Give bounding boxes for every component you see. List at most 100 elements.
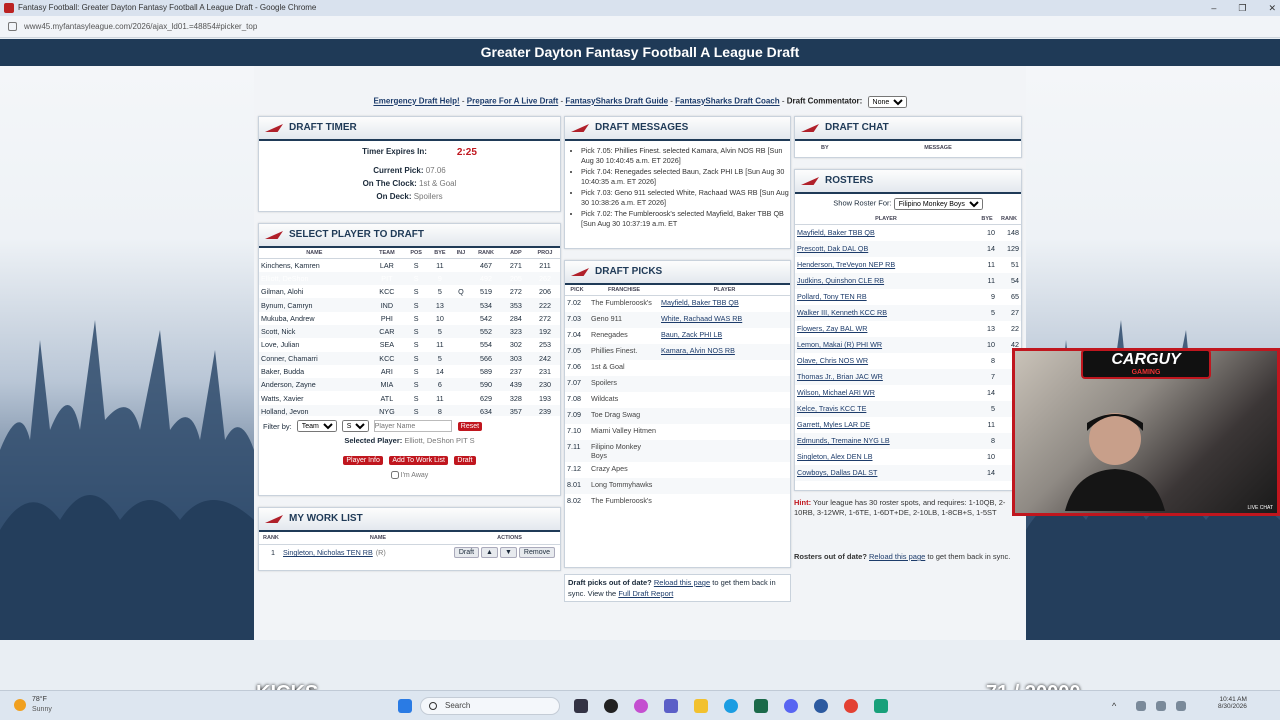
player-row[interactable]: Baker, Budda ARI S 14 589 237 231 bbox=[259, 365, 560, 378]
roster-player[interactable]: Thomas Jr., Brian JAC WR bbox=[797, 372, 883, 381]
work-draft-button[interactable]: Draft bbox=[453, 547, 480, 558]
player-col-pos[interactable]: POS bbox=[404, 248, 429, 259]
player-row[interactable]: Anderson, Zayne MIA S 6 590 439 230 bbox=[259, 378, 560, 392]
player-row[interactable]: Bynum, Camryn IND S 13 534 353 222 bbox=[259, 298, 560, 312]
roster-player[interactable]: Kelce, Travis KCC TE bbox=[797, 404, 866, 413]
add-to-work-list-button[interactable]: Add To Work List bbox=[389, 456, 448, 465]
weather-icon[interactable] bbox=[14, 699, 26, 711]
roster-player[interactable]: Judkins, Quinshon CLE RB bbox=[797, 276, 884, 285]
player-row[interactable]: Elliott, DeShon PIT S 9 492 205 262 bbox=[259, 271, 560, 286]
roster-team-select[interactable]: Filipino Monkey Boys bbox=[893, 198, 983, 210]
remove-button[interactable]: Remove bbox=[518, 547, 555, 558]
roster-player[interactable]: Edmunds, Tremaine NYG LB bbox=[797, 436, 890, 445]
player-row[interactable]: Holland, Jevon NYG S 8 634 357 239 bbox=[259, 404, 560, 416]
move-down-button[interactable]: ▼ bbox=[499, 547, 517, 558]
commentator-select[interactable]: None bbox=[867, 96, 907, 108]
player-row[interactable]: Mukuba, Andrew PHI S 10 542 284 272 bbox=[259, 312, 560, 325]
weather-temp[interactable]: 78°F bbox=[32, 696, 47, 703]
roster-player[interactable]: Pollard, Tony TEN RB bbox=[797, 292, 867, 301]
message-list[interactable]: Pick 7.05: Phillies Finest. selected Kam… bbox=[565, 141, 790, 241]
position-filter-select[interactable]: S bbox=[341, 420, 369, 432]
reload-picks-link[interactable]: Reload this page bbox=[654, 578, 710, 587]
draft-button[interactable]: Draft bbox=[454, 456, 476, 465]
roster-player[interactable]: Singleton, Alex DEN LB bbox=[797, 452, 873, 461]
player-col-rank[interactable]: RANK bbox=[470, 248, 502, 259]
volume-icon[interactable] bbox=[1156, 701, 1166, 711]
sharks-coach-link[interactable]: FantasySharks Draft Coach bbox=[675, 97, 779, 106]
player-col-adp[interactable]: ADP bbox=[501, 248, 530, 259]
prepare-link[interactable]: Prepare For A Live Draft bbox=[467, 97, 558, 106]
roster-player[interactable]: Wilson, Michael ARI WR bbox=[797, 388, 875, 397]
chrome-icon[interactable] bbox=[844, 699, 858, 713]
player-row[interactable]: Watts, Xavier ATL S 11 629 328 193 bbox=[259, 391, 560, 404]
maximize-button[interactable]: ❐ bbox=[1238, 0, 1246, 16]
teams-icon[interactable] bbox=[664, 699, 678, 713]
messenger-icon[interactable] bbox=[814, 699, 828, 713]
site-info-icon[interactable] bbox=[8, 22, 17, 31]
player-row[interactable]: Conner, Chamarri KCC S 5 566 303 242 bbox=[259, 351, 560, 365]
player-pos: S bbox=[404, 378, 429, 392]
roster-player[interactable]: Henderson, TreVeyon NEP RB bbox=[797, 260, 895, 269]
player-bye: 10 bbox=[435, 313, 444, 323]
file-explorer-icon[interactable] bbox=[694, 699, 708, 713]
team-filter-select[interactable]: Team bbox=[296, 420, 337, 432]
pick-number: 8.02 bbox=[567, 495, 581, 505]
roster-player[interactable]: Prescott, Dak DAL QB bbox=[797, 244, 868, 253]
address-bar[interactable]: www45.myfantasyleague.com/2026/ajax_ld01… bbox=[0, 16, 1280, 38]
network-icon[interactable] bbox=[1136, 701, 1146, 711]
clock[interactable]: 10:41 AM 8/30/2026 bbox=[1218, 696, 1247, 710]
player-info-button[interactable]: Player Info bbox=[343, 456, 383, 465]
player-row[interactable]: Scott, Nick CAR S 5 552 323 192 bbox=[259, 324, 560, 339]
player-row[interactable]: Kinchens, Kamren LAR S 11 467 271 211 bbox=[259, 259, 560, 272]
reset-button[interactable]: Reset bbox=[457, 421, 483, 431]
player-rank: 467 bbox=[480, 260, 493, 270]
app-icon[interactable] bbox=[604, 699, 618, 713]
pick-player[interactable]: White, Rachaad WAS RB bbox=[661, 314, 742, 323]
close-button[interactable]: ✕ bbox=[1268, 0, 1276, 16]
task-view-icon[interactable] bbox=[574, 699, 588, 713]
battery-icon[interactable] bbox=[1176, 701, 1186, 711]
move-up-button[interactable]: ▲ bbox=[481, 547, 498, 558]
player-row[interactable]: Gilman, Alohi KCC S 5 Q 519 272 206 bbox=[259, 285, 560, 298]
roster-player[interactable]: Flowers, Zay BAL WR bbox=[797, 324, 867, 333]
player-row[interactable]: Love, Julian SEA S 11 554 302 253 bbox=[259, 338, 560, 351]
full-report-link[interactable]: Full Draft Report bbox=[618, 589, 673, 598]
picks-list[interactable]: PICK FRANCHISE PLAYER 7.02 The Fumbleroos… bbox=[565, 285, 790, 563]
roster-player[interactable]: Cowboys, Dallas DAL ST bbox=[797, 468, 877, 477]
player-col-bye[interactable]: BYE bbox=[428, 248, 452, 259]
start-icon[interactable] bbox=[398, 699, 412, 713]
player-proj: 192 bbox=[530, 324, 560, 339]
emergency-help-link[interactable]: Emergency Draft Help! bbox=[373, 97, 459, 106]
roster-list[interactable]: PLAYER BYE RANK Mayfield, Baker TBB QB 10… bbox=[795, 214, 1021, 484]
sharks-guide-link[interactable]: FantasySharks Draft Guide bbox=[565, 97, 668, 106]
roster-player[interactable]: Olave, Chris NOS WR bbox=[797, 356, 868, 365]
player-name-input[interactable] bbox=[373, 420, 452, 432]
tray-chevron-icon[interactable]: ^ bbox=[1112, 701, 1116, 711]
pick-player[interactable]: Mayfield, Baker TBB QB bbox=[661, 298, 739, 307]
player-col-proj[interactable]: PROJ bbox=[530, 248, 560, 259]
pick-player[interactable]: Kamara, Alvin NOS RB bbox=[661, 346, 735, 355]
player-col-team[interactable]: TEAM bbox=[369, 248, 405, 259]
player-col-name[interactable]: NAME bbox=[259, 248, 370, 259]
roster-player[interactable]: Garrett, Myles LAR DE bbox=[797, 420, 870, 429]
roster-player[interactable]: Lemon, Makai (R) PHI WR bbox=[797, 340, 882, 349]
player-col-inj[interactable]: INJ bbox=[451, 248, 471, 259]
roster-player[interactable]: Mayfield, Baker TBB QB bbox=[797, 228, 875, 237]
url-text[interactable]: www45.myfantasyleague.com/2026/ajax_ld01… bbox=[24, 22, 257, 31]
weather-desc[interactable]: Sunny bbox=[32, 706, 52, 713]
app2-icon[interactable] bbox=[874, 699, 888, 713]
roster-player[interactable]: Walker III, Kenneth KCC RB bbox=[797, 308, 887, 317]
away-checkbox[interactable] bbox=[390, 471, 399, 479]
pick-player[interactable]: Baun, Zack PHI LB bbox=[661, 330, 722, 339]
copilot-icon[interactable] bbox=[634, 699, 648, 713]
edge-icon[interactable] bbox=[724, 699, 738, 713]
work-item-name[interactable]: Singleton, Nicholas TEN RB bbox=[283, 548, 373, 557]
player-list[interactable]: NAME TEAM POS BYE INJ RANK ADP PROJ Kinchens, K… bbox=[259, 248, 560, 416]
taskbar-search[interactable]: Search bbox=[420, 697, 560, 715]
roster-row: Flowers, Zay BAL WR 13 22 bbox=[795, 321, 1021, 337]
store-icon[interactable] bbox=[754, 699, 768, 713]
minimize-button[interactable]: – bbox=[1211, 0, 1216, 16]
pick-franchise: The Fumbleroosk's bbox=[591, 298, 652, 307]
discord-icon[interactable] bbox=[784, 699, 798, 713]
reload-rosters-link[interactable]: Reload this page bbox=[869, 552, 925, 561]
